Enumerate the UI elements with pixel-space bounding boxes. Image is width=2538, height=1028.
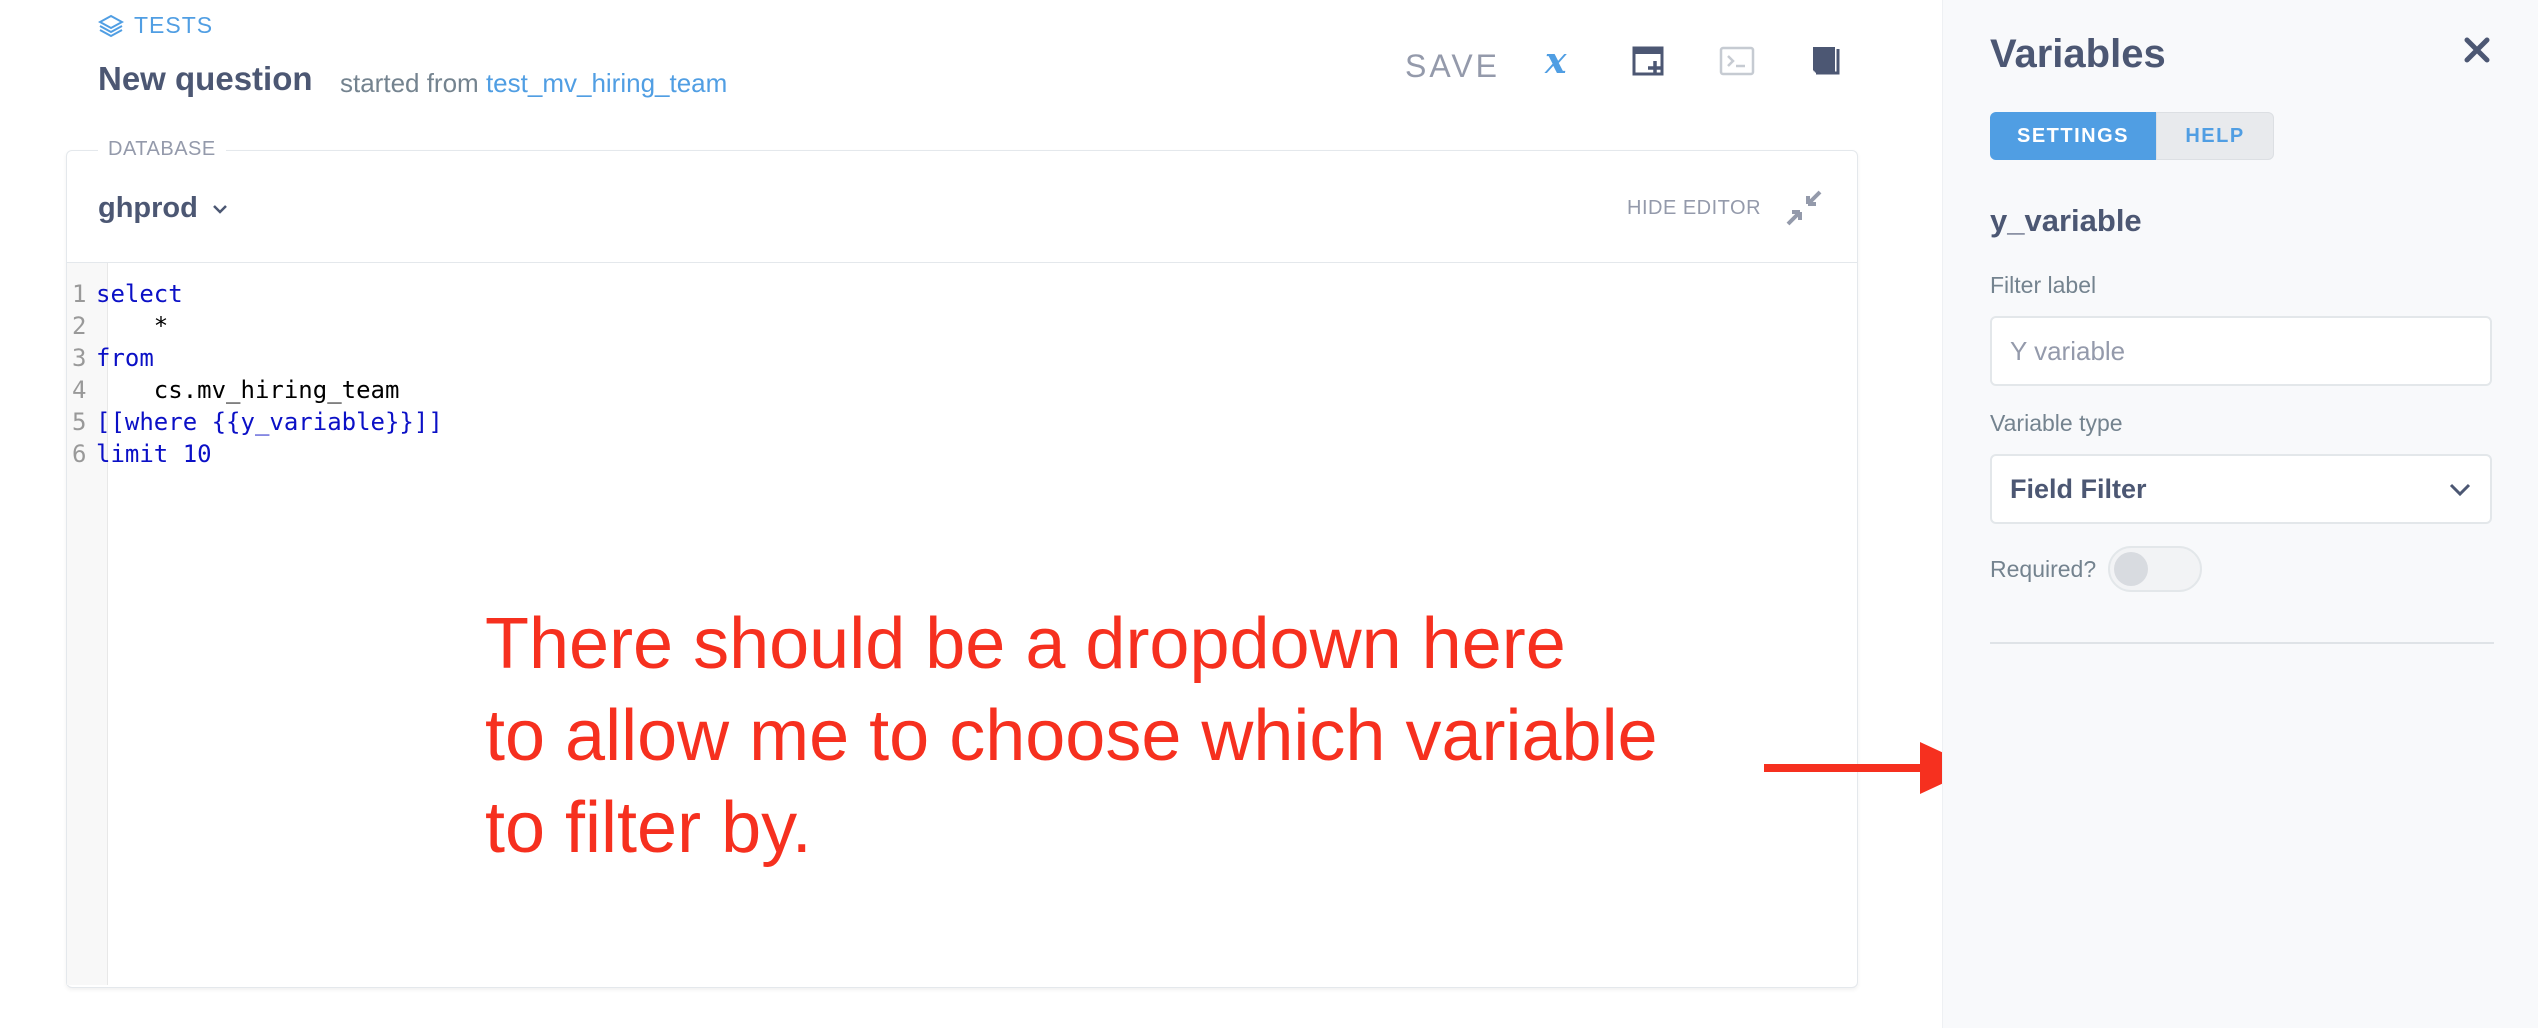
required-toggle[interactable] (2108, 546, 2202, 592)
code-line: 2 * (72, 310, 443, 342)
variable-type-select[interactable]: Field Filter (1990, 454, 2492, 524)
collapse-icon[interactable] (1782, 186, 1826, 230)
book-icon (1813, 47, 1840, 75)
code-text: limit 10 (96, 440, 212, 468)
database-name[interactable]: ghprod (98, 192, 198, 225)
toggle-knob (2114, 552, 2148, 586)
line-number: 5 (72, 408, 87, 436)
line-number: 3 (72, 344, 87, 372)
save-button[interactable]: SAVE (1405, 48, 1500, 85)
preview-query-button[interactable] (1714, 38, 1760, 84)
code-line: 3 from (72, 342, 443, 374)
variable-type-caption: Variable type (1990, 410, 2123, 436)
started-from: started from test_mv_hiring_team (340, 68, 727, 99)
data-reference-button[interactable] (1802, 38, 1848, 84)
line-number: 2 (72, 312, 87, 340)
hide-editor-button[interactable]: HIDE EDITOR (1627, 197, 1761, 220)
chevron-down-icon (2449, 483, 2471, 497)
collection-icon (98, 14, 124, 37)
svg-text:x: x (1544, 41, 1567, 81)
annotation-line: There should be a dropdown here (485, 604, 1566, 684)
line-number: 4 (72, 376, 87, 404)
variable-x-icon: x (1544, 41, 1567, 81)
started-from-prefix: started from (340, 68, 479, 98)
code-editor[interactable]: 1 select 2 * 3 from 4 cs.mv_hiring_team 5 [… (72, 278, 443, 470)
variables-toggle-button[interactable]: x (1538, 38, 1584, 84)
code-line: 5 [[where {{y_variable}}]] (72, 406, 443, 438)
sidebar-tabs: SETTINGS HELP (1990, 112, 2274, 160)
sidebar-title: Variables (1990, 32, 2166, 76)
annotation-line: to filter by. (485, 788, 812, 868)
code-text: [[where {{y_variable}}]] (96, 408, 443, 436)
source-question-link[interactable]: test_mv_hiring_team (486, 68, 727, 98)
line-number: 6 (72, 440, 87, 468)
question-title[interactable]: New question (98, 60, 313, 98)
code-text: * (96, 312, 169, 340)
code-text: select (96, 280, 183, 308)
filter-label-input[interactable]: Y variable (1990, 316, 2492, 386)
snippets-button[interactable] (1626, 38, 1672, 84)
collection-breadcrumb[interactable]: TESTS (98, 12, 213, 39)
code-line: 6 limit 10 (72, 438, 443, 470)
console-icon (1719, 46, 1755, 76)
chevron-down-icon (212, 204, 227, 214)
code-text: from (96, 344, 154, 372)
database-picker[interactable]: ghprod (98, 192, 228, 225)
collection-name[interactable]: TESTS (134, 12, 213, 39)
close-icon[interactable] (2455, 28, 2499, 72)
tab-help[interactable]: HELP (2156, 112, 2274, 160)
sidebar-divider (1990, 642, 2494, 644)
annotation-line: to allow me to choose which variable (485, 696, 1658, 776)
editor-divider (67, 262, 1857, 263)
line-number: 1 (72, 280, 87, 308)
add-snippet-icon (1632, 46, 1664, 76)
code-line: 1 select (72, 278, 443, 310)
required-caption: Required? (1990, 556, 2097, 582)
tab-settings[interactable]: SETTINGS (1990, 112, 2156, 160)
annotation-text: There should be a dropdown here to allow… (485, 598, 1785, 874)
code-line: 4 cs.mv_hiring_team (72, 374, 443, 406)
database-label: DATABASE (98, 138, 226, 161)
filter-label-caption: Filter label (1990, 272, 2097, 298)
code-text: cs.mv_hiring_team (96, 376, 400, 404)
variable-type-value[interactable]: Field Filter (2010, 474, 2147, 505)
variable-name: y_variable (1990, 203, 2142, 238)
